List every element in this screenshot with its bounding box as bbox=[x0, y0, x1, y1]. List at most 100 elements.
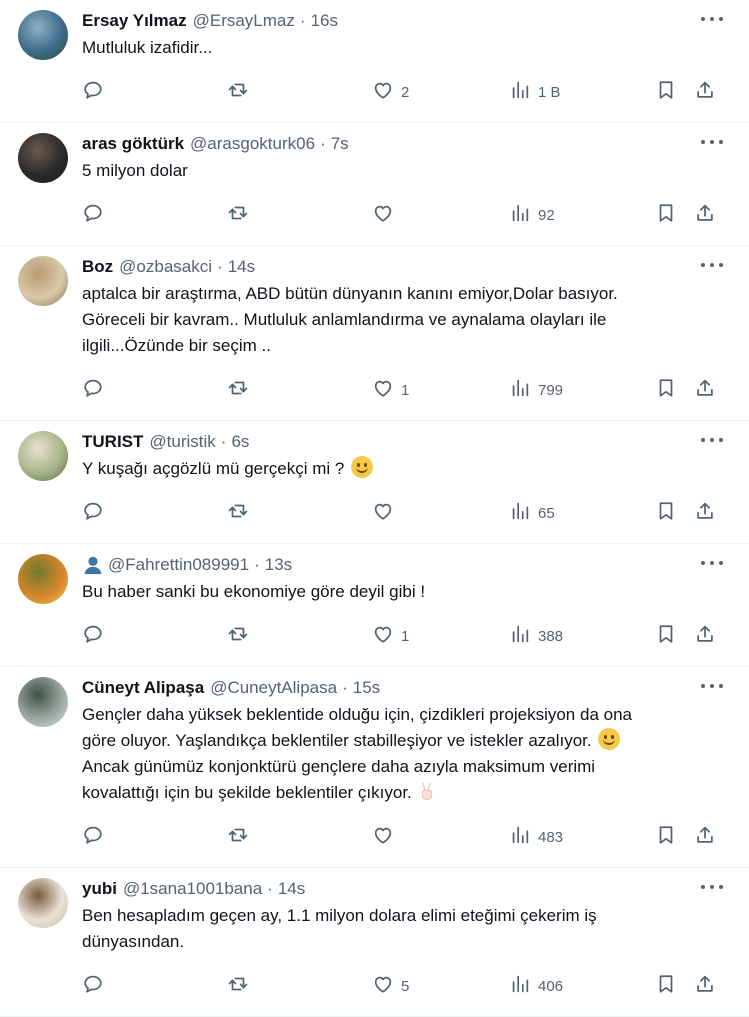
more-icon[interactable] bbox=[701, 135, 723, 149]
views-button[interactable]: 483 bbox=[509, 824, 655, 850]
avatar[interactable] bbox=[18, 554, 68, 604]
tweet[interactable]: aras göktürk @arasgokturk06 · 7s 5 milyon do… bbox=[0, 123, 749, 246]
author-handle[interactable]: @ErsayLmaz bbox=[193, 11, 295, 31]
avatar[interactable] bbox=[18, 133, 68, 183]
heart-icon bbox=[372, 824, 394, 850]
views-button[interactable]: 388 bbox=[509, 623, 655, 649]
like-button[interactable] bbox=[372, 202, 509, 228]
author-handle[interactable]: @ozbasakci bbox=[119, 257, 212, 277]
more-icon[interactable] bbox=[701, 556, 723, 570]
share-button[interactable] bbox=[694, 623, 716, 649]
retweet-button[interactable] bbox=[227, 79, 372, 105]
like-button[interactable]: 2 bbox=[372, 79, 509, 105]
share-button[interactable] bbox=[694, 824, 716, 850]
retweet-button[interactable] bbox=[227, 973, 372, 999]
retweet-button[interactable] bbox=[227, 623, 372, 649]
heart-icon bbox=[372, 623, 394, 649]
tweet[interactable]: TURIST @turistik · 6s Y kuşağı açgözlü mü ge… bbox=[0, 421, 749, 544]
avatar[interactable] bbox=[18, 256, 68, 306]
like-button[interactable] bbox=[372, 500, 509, 526]
reply-icon bbox=[82, 824, 104, 850]
share-button[interactable] bbox=[694, 500, 716, 526]
victory-hand-emoji bbox=[421, 782, 432, 801]
bookmark-button[interactable] bbox=[655, 202, 677, 228]
more-icon[interactable] bbox=[701, 258, 723, 272]
reply-button[interactable] bbox=[82, 500, 227, 526]
tweet-content: TURIST @turistik · 6s Y kuşağı açgözlü mü ge… bbox=[82, 429, 729, 543]
author-handle[interactable]: @arasgokturk06 bbox=[190, 134, 315, 154]
view-count: 799 bbox=[538, 381, 564, 399]
tweet[interactable]: Boz @ozbasakci · 14s aptalca bir araştırma, … bbox=[0, 246, 749, 421]
retweet-button[interactable] bbox=[227, 377, 372, 403]
share-button[interactable] bbox=[694, 202, 716, 228]
bookmark-button[interactable] bbox=[655, 824, 677, 850]
reply-button[interactable] bbox=[82, 973, 227, 999]
avatar[interactable] bbox=[18, 677, 68, 727]
views-button[interactable]: 799 bbox=[509, 377, 655, 403]
author-name[interactable]: Cüneyt Alipaşa bbox=[82, 678, 204, 698]
views-button[interactable]: 65 bbox=[509, 500, 655, 526]
views-icon bbox=[509, 202, 531, 228]
more-icon[interactable] bbox=[701, 433, 723, 447]
tweet[interactable]: Ersay Yılmaz @ErsayLmaz · 16s Mutluluk izafi… bbox=[0, 0, 749, 123]
retweet-button[interactable] bbox=[227, 202, 372, 228]
avatar[interactable] bbox=[18, 10, 68, 60]
tweet-content: aras göktürk @arasgokturk06 · 7s 5 milyon do… bbox=[82, 131, 729, 245]
author-name[interactable]: Ersay Yılmaz bbox=[82, 11, 187, 31]
like-count: 1 bbox=[401, 381, 410, 399]
bookmark-button[interactable] bbox=[655, 500, 677, 526]
author-name[interactable]: aras göktürk bbox=[82, 134, 184, 154]
more-icon[interactable] bbox=[701, 12, 723, 26]
timestamp[interactable]: 14s bbox=[228, 257, 255, 277]
avatar[interactable] bbox=[18, 431, 68, 481]
author-handle[interactable]: @Fahrettin089991 bbox=[108, 555, 249, 575]
author-name[interactable]: TURIST bbox=[82, 432, 143, 452]
views-button[interactable]: 1 B bbox=[509, 79, 655, 105]
timestamp[interactable]: 14s bbox=[278, 879, 305, 899]
bookmark-button[interactable] bbox=[655, 79, 677, 105]
share-button[interactable] bbox=[694, 973, 716, 999]
more-icon[interactable] bbox=[701, 880, 723, 894]
share-button[interactable] bbox=[694, 79, 716, 105]
bookmark-button[interactable] bbox=[655, 623, 677, 649]
heart-icon bbox=[372, 500, 394, 526]
more-icon[interactable] bbox=[701, 679, 723, 693]
author-handle[interactable]: @1sana1001bana bbox=[123, 879, 262, 899]
retweet-button[interactable] bbox=[227, 824, 372, 850]
bookmark-button[interactable] bbox=[655, 973, 677, 999]
timestamp[interactable]: 7s bbox=[331, 134, 349, 154]
views-icon bbox=[509, 377, 531, 403]
like-button[interactable] bbox=[372, 824, 509, 850]
timestamp[interactable]: 6s bbox=[231, 432, 249, 452]
timestamp[interactable]: 15s bbox=[353, 678, 380, 698]
author-name[interactable]: Boz bbox=[82, 257, 113, 277]
reply-button[interactable] bbox=[82, 623, 227, 649]
reply-button[interactable] bbox=[82, 79, 227, 105]
tweet-content: Cüneyt Alipaşa @CuneytAlipasa · 15s Gençler … bbox=[82, 675, 729, 867]
author-handle[interactable]: @CuneytAlipasa bbox=[210, 678, 337, 698]
person-icon bbox=[84, 556, 102, 575]
bookmark-button[interactable] bbox=[655, 377, 677, 403]
like-button[interactable]: 5 bbox=[372, 973, 509, 999]
tweet[interactable]: Cüneyt Alipaşa @CuneytAlipasa · 15s Gençler … bbox=[0, 667, 749, 868]
views-button[interactable]: 406 bbox=[509, 973, 655, 999]
share-button[interactable] bbox=[694, 377, 716, 403]
author-name[interactable]: yubi bbox=[82, 879, 117, 899]
views-button[interactable]: 92 bbox=[509, 202, 655, 228]
heart-icon bbox=[372, 973, 394, 999]
reply-button[interactable] bbox=[82, 377, 227, 403]
avatar[interactable] bbox=[18, 878, 68, 928]
timestamp[interactable]: 13s bbox=[265, 555, 292, 575]
reply-button[interactable] bbox=[82, 824, 227, 850]
like-button[interactable]: 1 bbox=[372, 623, 509, 649]
tweet[interactable]: yubi @1sana1001bana · 14s Ben hesapladım geç… bbox=[0, 868, 749, 1017]
retweet-button[interactable] bbox=[227, 500, 372, 526]
timestamp[interactable]: 16s bbox=[311, 11, 338, 31]
tweet[interactable]: @Fahrettin089991 · 13s Bu haber sanki bu ek… bbox=[0, 544, 749, 667]
share-icon bbox=[694, 973, 716, 999]
author-handle[interactable]: @turistik bbox=[149, 432, 215, 452]
like-button[interactable]: 1 bbox=[372, 377, 509, 403]
tweet-text-line: Ancak günümüz konjonktürü gençlere daha … bbox=[82, 757, 596, 776]
view-count: 65 bbox=[538, 504, 555, 522]
reply-button[interactable] bbox=[82, 202, 227, 228]
